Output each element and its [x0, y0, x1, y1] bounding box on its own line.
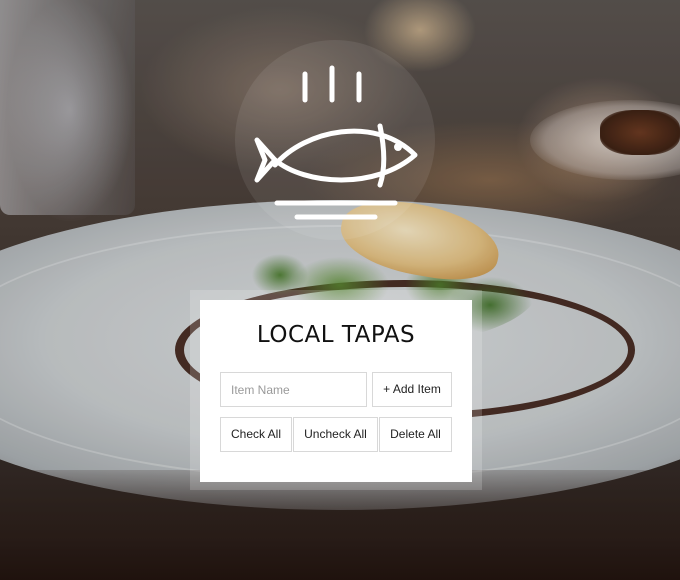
fish-on-plate-icon	[235, 40, 435, 240]
tapas-card: LOCAL TAPAS + Add Item Check All Uncheck…	[200, 300, 472, 482]
uncheck-all-button[interactable]: Uncheck All	[293, 417, 378, 452]
page-title: LOCAL TAPAS	[256, 322, 416, 348]
item-name-input[interactable]	[220, 372, 367, 407]
delete-all-button[interactable]: Delete All	[379, 417, 452, 452]
check-all-button[interactable]: Check All	[220, 417, 292, 452]
add-item-button[interactable]: + Add Item	[372, 372, 452, 407]
